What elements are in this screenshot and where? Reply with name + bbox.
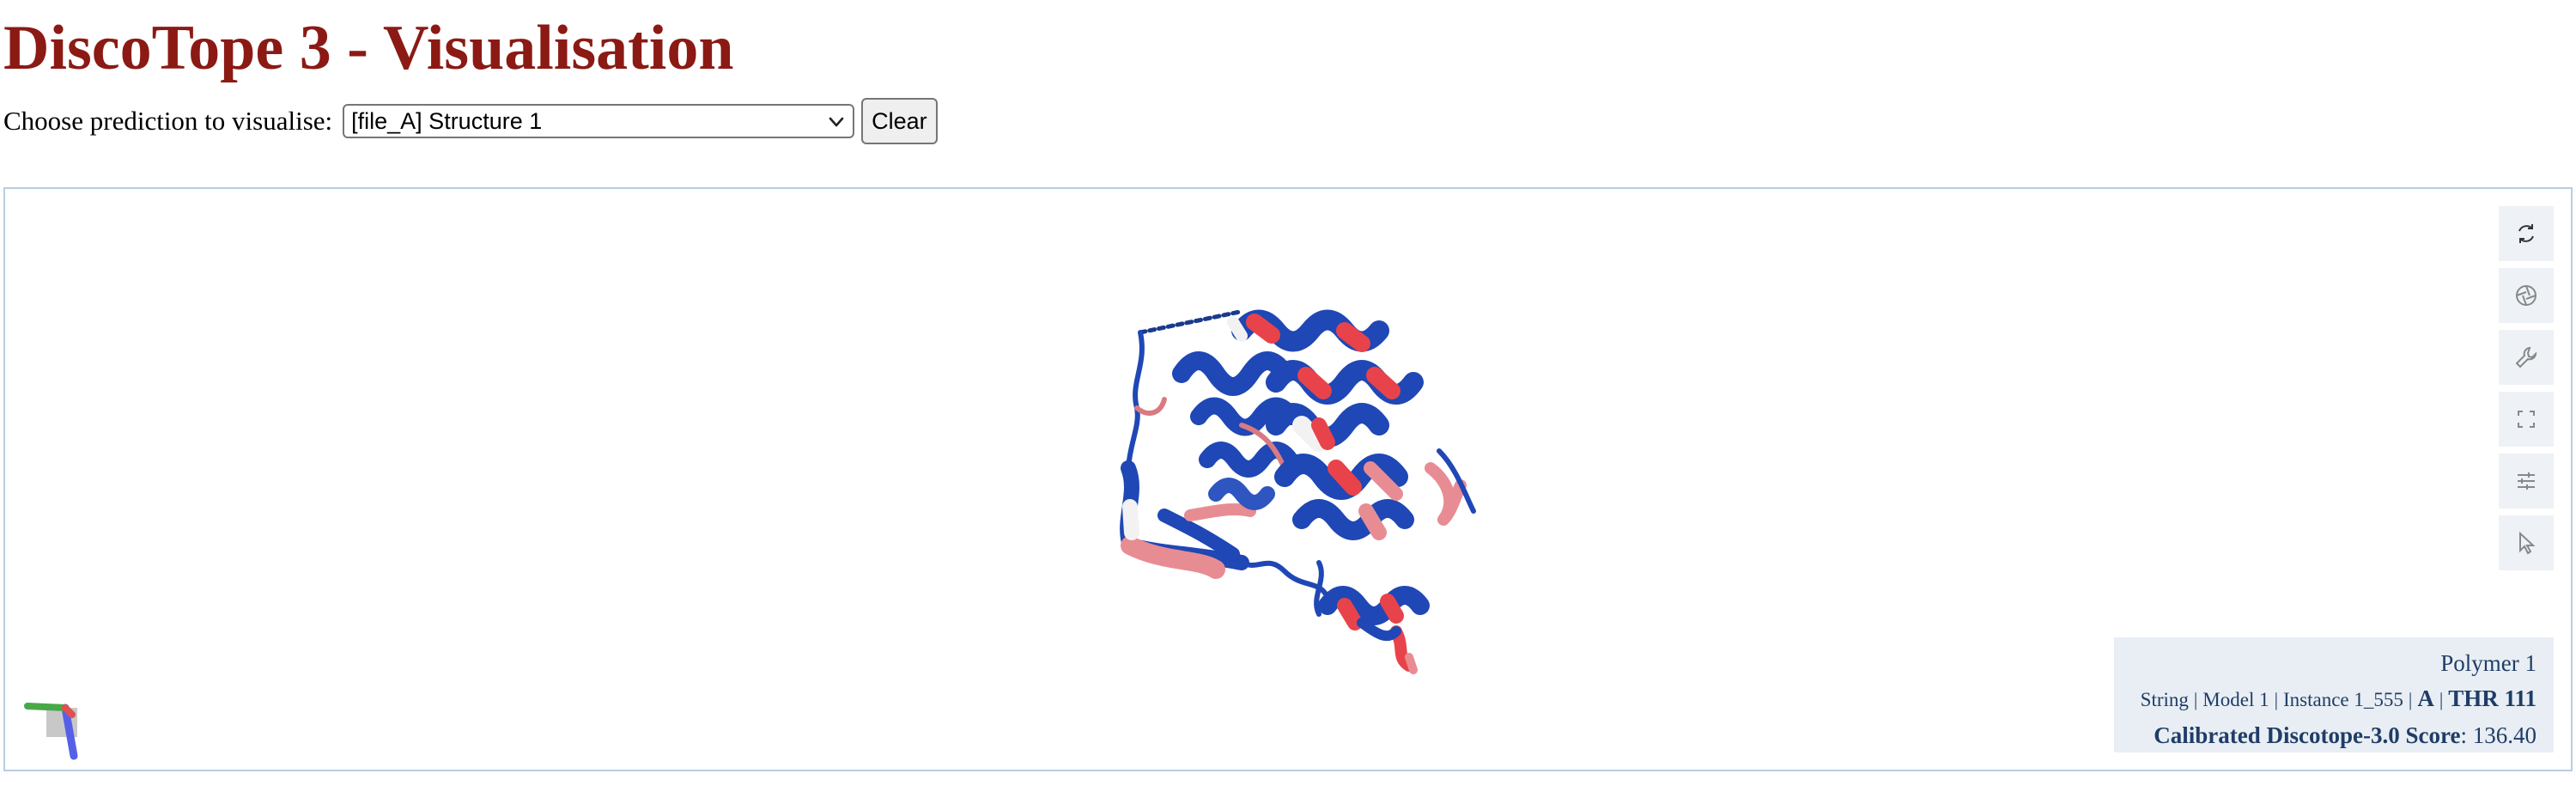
residue-label: THR 111 xyxy=(2448,685,2537,711)
score-label: Calibrated Discotope-3.0 Score xyxy=(2154,722,2461,748)
molstar-viewer[interactable]: Polymer 1 String | Model 1 | Instance 1_555 |… xyxy=(3,187,2573,771)
refresh-icon xyxy=(2518,224,2534,243)
reset-camera-button[interactable] xyxy=(2499,206,2554,261)
protein-structure-render[interactable] xyxy=(1113,296,1499,674)
selection-path: String | Model 1 | Instance 1_555 | A | THR 111 xyxy=(2140,685,2537,711)
fullscreen-button[interactable] xyxy=(2499,392,2554,447)
selection-mode-button[interactable] xyxy=(2499,515,2554,570)
controls-toggle-button[interactable] xyxy=(2499,454,2554,509)
orientation-axes xyxy=(24,703,78,760)
prediction-select[interactable]: [file_A] Structure 1 xyxy=(343,104,855,138)
screenshot-button[interactable] xyxy=(2499,268,2554,323)
model-label: Model 1 xyxy=(2202,689,2269,710)
chain-label: A xyxy=(2417,685,2434,711)
prediction-select-value: [file_A] Structure 1 xyxy=(351,107,543,134)
selection-info-panel: Polymer 1 String | Model 1 | Instance 1_555 |… xyxy=(2114,637,2554,752)
viewer-toolbar xyxy=(2499,206,2554,570)
prediction-controls: Choose prediction to visualise: [file_A]… xyxy=(3,96,938,146)
page-title: DiscoTope 3 - Visualisation xyxy=(3,13,734,83)
score-value: : 136.40 xyxy=(2460,722,2537,748)
clear-button[interactable]: Clear xyxy=(861,98,938,144)
polymer-label: Polymer 1 xyxy=(2440,650,2537,676)
camera-aperture-icon xyxy=(2516,285,2537,306)
instance-label: Instance 1_555 xyxy=(2283,689,2403,710)
sliders-icon xyxy=(2518,472,2535,490)
wrench-icon xyxy=(2515,346,2537,368)
fullscreen-icon xyxy=(2518,411,2535,428)
chevron-down-icon xyxy=(829,117,844,127)
choose-prediction-label: Choose prediction to visualise: xyxy=(3,106,333,136)
cursor-icon xyxy=(2519,531,2536,555)
score-line: Calibrated Discotope-3.0 Score: 136.40 xyxy=(2123,718,2537,752)
settings-button[interactable] xyxy=(2499,330,2554,385)
string-label: String xyxy=(2140,689,2189,710)
